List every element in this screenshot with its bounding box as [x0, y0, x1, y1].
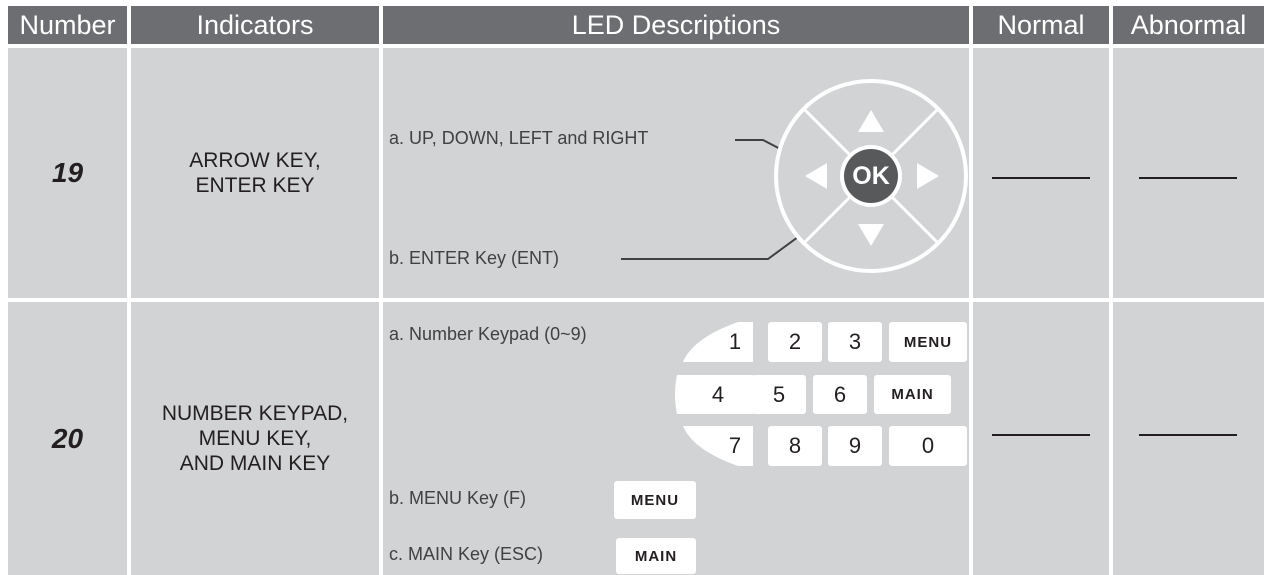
header-abnormal: Abnormal — [1113, 6, 1264, 44]
row-19-indicator-line-1: ARROW KEY, — [189, 149, 321, 172]
key-2[interactable]: 2 — [768, 322, 822, 362]
header-led-descriptions: LED Descriptions — [383, 6, 969, 44]
row-20-abnormal — [1113, 302, 1264, 575]
key-0[interactable]: 0 — [889, 426, 967, 466]
row-20-description: a. Number Keypad (0~9) b. MENU Key (F) c… — [383, 302, 969, 575]
row-20-normal-dash — [992, 434, 1090, 436]
menu-key-example[interactable]: MENU — [614, 481, 696, 519]
ok-button-label: OK — [852, 162, 890, 190]
key-6[interactable]: 6 — [813, 375, 867, 414]
menu-key[interactable]: MENU — [889, 322, 967, 362]
row-19-abnormal-dash — [1139, 177, 1237, 179]
row-20-normal — [973, 302, 1109, 575]
row-19-indicator-line-2: ENTER KEY — [195, 174, 315, 197]
row-20-indicator: NUMBER KEYPAD, MENU KEY, AND MAIN KEY — [131, 302, 379, 575]
row-20-indicator-line-3: AND MAIN KEY — [179, 452, 331, 475]
row-19-abnormal — [1113, 48, 1264, 298]
row-20-indicator-line-2: MENU KEY, — [198, 427, 312, 450]
key-5[interactable]: 5 — [752, 375, 806, 414]
key-7[interactable]: 7 — [708, 426, 762, 466]
row-20-abnormal-dash — [1139, 434, 1237, 436]
row-20-indicator-line-1: NUMBER KEYPAD, — [161, 402, 349, 425]
header-indicators: Indicators — [131, 6, 379, 44]
key-9[interactable]: 9 — [828, 426, 882, 466]
row-20-number: 20 — [8, 302, 127, 575]
row-19-normal — [973, 48, 1109, 298]
led-description-table: Number Indicators LED Descriptions Norma… — [8, 6, 1264, 575]
row-19-indicator: ARROW KEY, ENTER KEY — [131, 48, 379, 298]
main-key-example[interactable]: MAIN — [616, 538, 696, 574]
header-normal: Normal — [973, 6, 1109, 44]
main-key[interactable]: MAIN — [874, 375, 951, 414]
key-1[interactable]: 1 — [708, 322, 762, 362]
row-19-number: 19 — [8, 48, 127, 298]
key-4[interactable]: 4 — [691, 375, 745, 414]
row-19-description: a. UP, DOWN, LEFT and RIGHT b. ENTER Key… — [383, 48, 969, 298]
key-8[interactable]: 8 — [768, 426, 822, 466]
row-19-normal-dash — [992, 177, 1090, 179]
key-3[interactable]: 3 — [828, 322, 882, 362]
header-number: Number — [8, 6, 127, 44]
